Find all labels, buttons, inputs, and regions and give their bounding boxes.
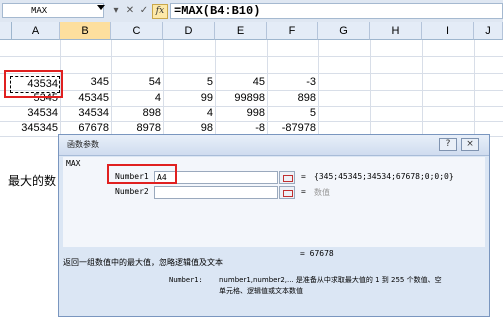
insert-function-button[interactable]: fx (152, 4, 168, 19)
name-box[interactable]: MAX (2, 3, 104, 18)
col-header-f[interactable]: F (267, 22, 318, 40)
number2-collapse-icon[interactable] (279, 186, 295, 199)
arg1-result: {345;45345;34534;67678;0;0;0} (314, 172, 454, 181)
formula-bar: MAX ▾ ✕ ✓ fx =MAX(B4:B10) (0, 0, 503, 23)
highlight-box-a4 (4, 70, 63, 98)
col-header-d[interactable]: D (163, 22, 215, 40)
col-header-i[interactable]: I (422, 22, 474, 40)
highlight-box-number1 (107, 164, 177, 184)
col-header-c[interactable]: C (111, 22, 163, 40)
arg2-equals: = (301, 187, 306, 196)
cell-c5[interactable]: 4 (111, 91, 163, 106)
arg1-equals: = (301, 172, 306, 181)
cell-e6[interactable]: 998 (215, 106, 267, 121)
cell-a7[interactable]: 345345 (12, 121, 60, 136)
expand-icon[interactable]: ▾ (110, 4, 122, 17)
name-box-dropdown-icon[interactable] (97, 5, 105, 10)
function-result: = 67678 (300, 249, 334, 258)
cell-d5[interactable]: 99 (163, 91, 215, 106)
arg-desc-name: Number1: (169, 276, 203, 284)
arg-desc-line1: number1,number2,... 是准备从中求取最大值的 1 到 255 … (219, 276, 442, 284)
grid-line (0, 73, 503, 74)
col-header-b[interactable]: B (60, 22, 111, 40)
cell-e5[interactable]: 99898 (215, 91, 267, 106)
side-label: 最大的数 (8, 174, 57, 188)
grid-line (0, 56, 503, 57)
arg2-result: 数值 (314, 188, 330, 197)
cell-d4[interactable]: 5 (163, 75, 215, 90)
enter-icon[interactable]: ✓ (138, 4, 150, 17)
cell-f6[interactable]: 5 (267, 106, 318, 121)
formula-buttons: ▾ ✕ ✓ fx (110, 4, 168, 19)
cell-b5[interactable]: 45345 (60, 91, 111, 106)
cell-a6[interactable]: 34534 (12, 106, 60, 121)
function-description: 返回一组数值中的最大值，忽略逻辑值及文本 (63, 258, 223, 267)
help-button[interactable]: ? (439, 138, 457, 151)
cancel-icon[interactable]: ✕ (124, 4, 136, 17)
col-header-h[interactable]: H (370, 22, 422, 40)
cell-b6[interactable]: 34534 (60, 106, 111, 121)
dialog-titlebar[interactable]: 函数参数 ? × (59, 135, 489, 156)
cell-c6[interactable]: 898 (111, 106, 163, 121)
select-all-corner[interactable] (0, 22, 12, 40)
cell-e4[interactable]: 45 (215, 75, 267, 90)
formula-input[interactable]: =MAX(B4:B10) (170, 3, 503, 19)
cell-d6[interactable]: 4 (163, 106, 215, 121)
function-arguments-dialog: 函数参数 ? × MAX Number1 A4 = {345;45345;345… (58, 134, 490, 317)
cell-b4[interactable]: 345 (60, 75, 111, 90)
cell-c4[interactable]: 54 (111, 75, 163, 90)
col-header-a[interactable]: A (12, 22, 60, 40)
number1-collapse-icon[interactable] (279, 171, 295, 184)
col-header-g[interactable]: G (318, 22, 370, 40)
cell-f5[interactable]: 898 (267, 91, 318, 106)
dialog-title: 函数参数 (67, 140, 99, 149)
col-header-j[interactable]: J (474, 22, 503, 40)
arg2-label: Number2 (115, 187, 149, 196)
col-header-e[interactable]: E (215, 22, 267, 40)
number2-input[interactable] (154, 186, 278, 199)
close-button[interactable]: × (461, 138, 479, 151)
cell-f4[interactable]: -3 (267, 75, 318, 90)
function-name: MAX (66, 159, 81, 168)
arg-desc-line2: 单元格、逻辑值或文本数值 (219, 287, 303, 295)
